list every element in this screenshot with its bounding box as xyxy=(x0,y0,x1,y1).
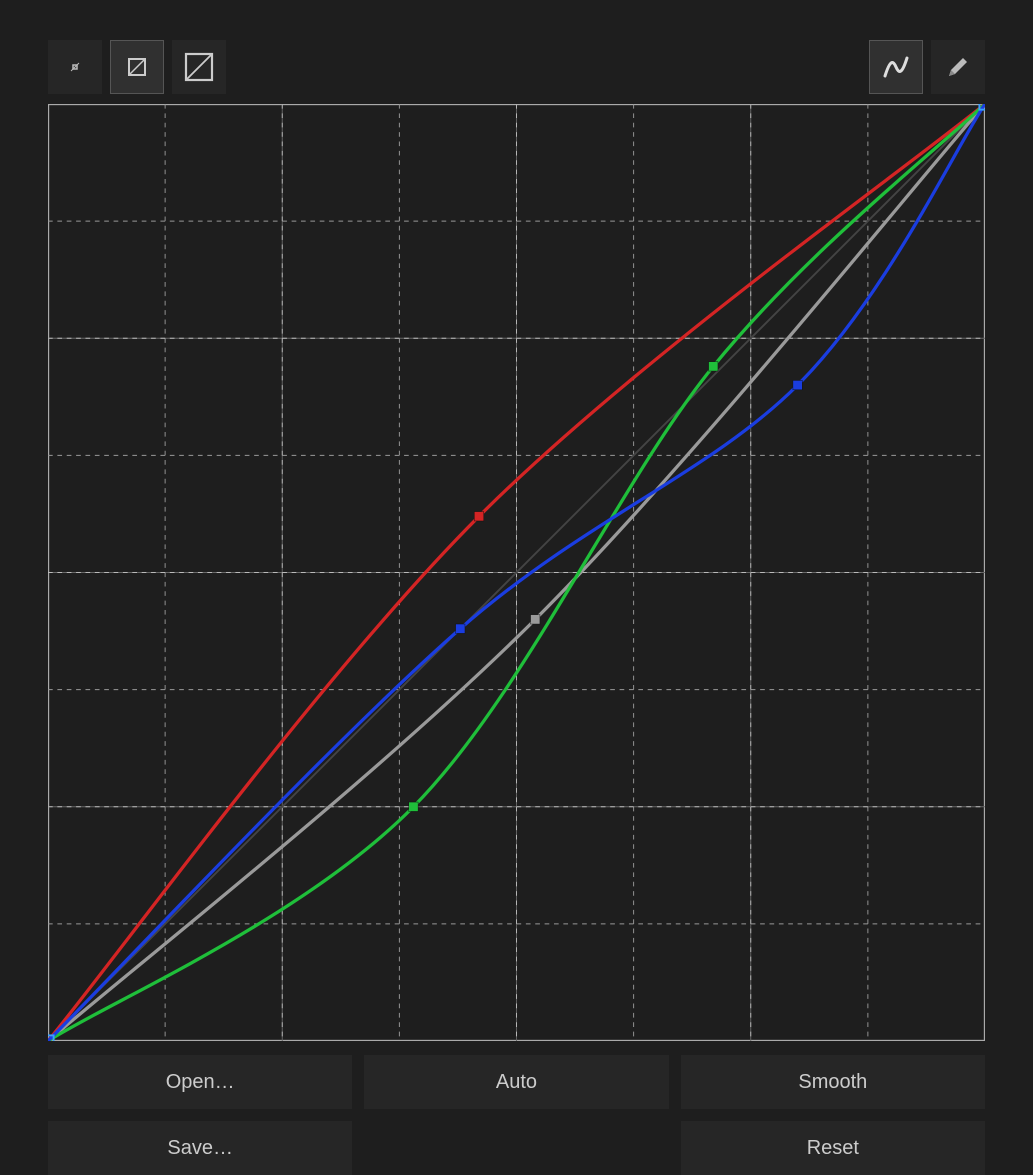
smooth-button[interactable]: Smooth xyxy=(681,1055,985,1109)
thumb-small-button[interactable] xyxy=(48,40,102,94)
save-button[interactable]: Save… xyxy=(48,1121,352,1175)
blank-slot xyxy=(364,1121,668,1175)
action-row-1: Open… Auto Smooth Save… Reset xyxy=(48,1055,985,1175)
curves-toolbar xyxy=(48,40,985,94)
thumb-large-button[interactable] xyxy=(172,40,226,94)
small-square-icon xyxy=(65,57,85,77)
pencil-mode-button[interactable] xyxy=(931,40,985,94)
curves-plot-area[interactable] xyxy=(48,104,985,1041)
edit-mode-group xyxy=(869,40,985,94)
reset-button[interactable]: Reset xyxy=(681,1121,985,1175)
auto-button[interactable]: Auto xyxy=(364,1055,668,1109)
large-square-icon xyxy=(182,50,216,84)
pencil-icon xyxy=(944,53,972,81)
curve-mode-button[interactable] xyxy=(869,40,923,94)
thumb-medium-button[interactable] xyxy=(110,40,164,94)
curves-chart[interactable] xyxy=(48,104,985,1041)
curve-icon xyxy=(881,52,911,82)
thumb-size-group xyxy=(48,40,226,94)
medium-square-icon xyxy=(124,54,150,80)
curves-panel: Open… Auto Smooth Save… Reset xyxy=(0,0,1033,1132)
open-button[interactable]: Open… xyxy=(48,1055,352,1109)
